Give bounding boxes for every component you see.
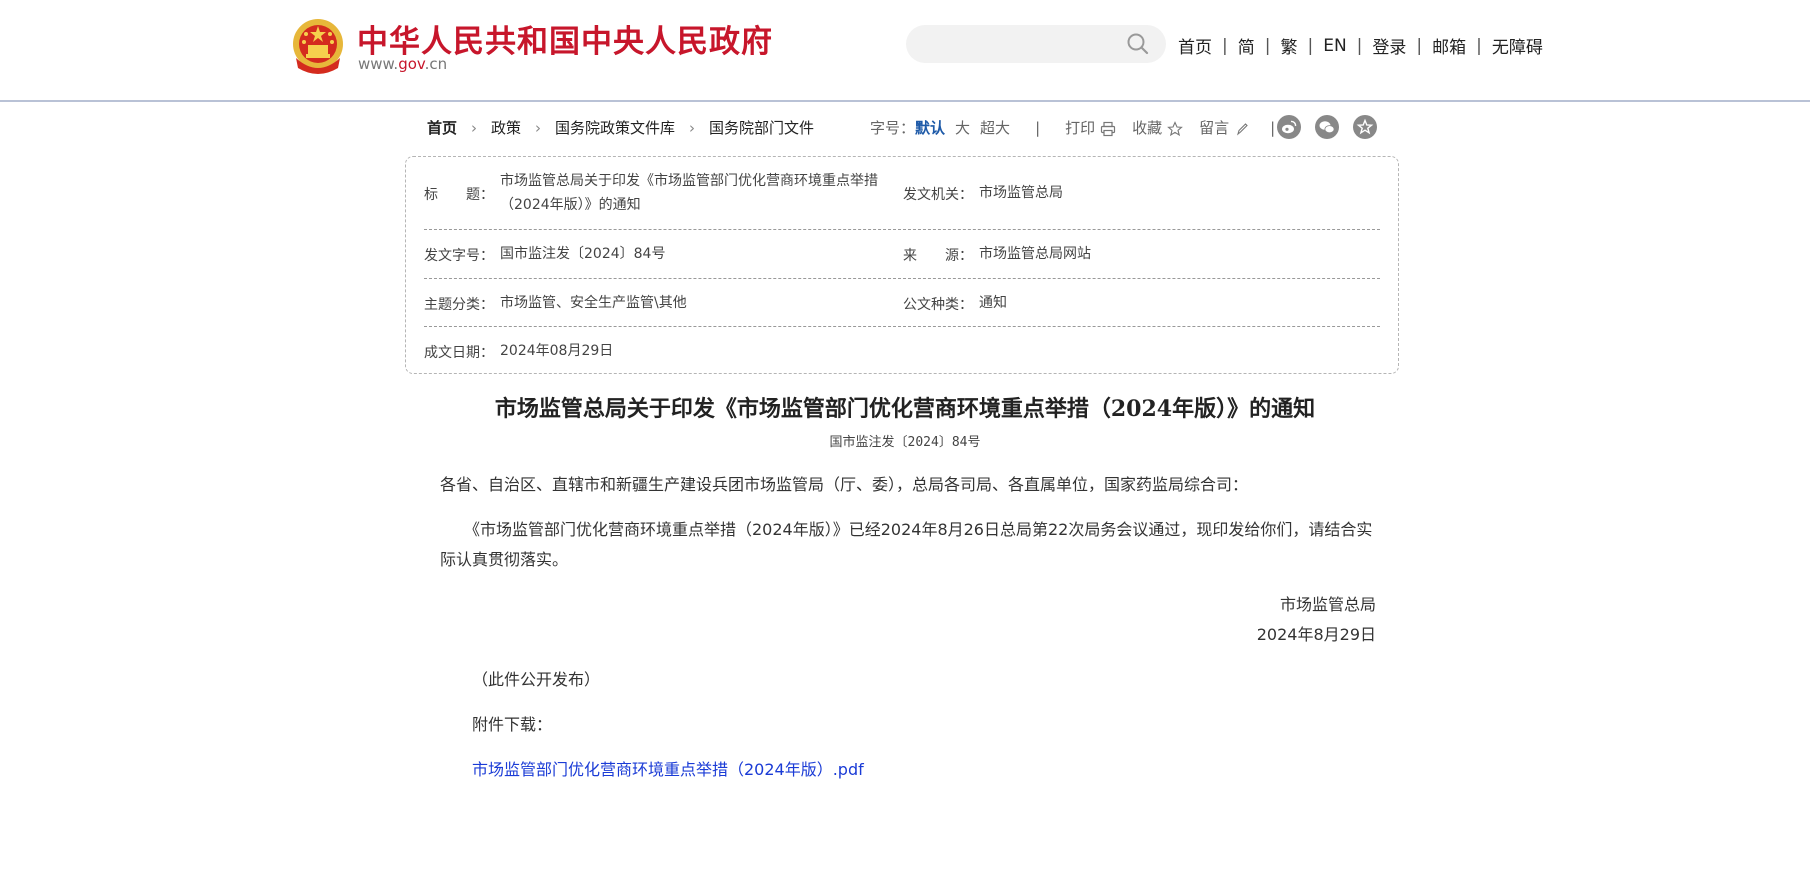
site-header: 中华人民共和国中央人民政府 www.gov.cn 首页 | 简 | 繁 | EN | 登… bbox=[0, 0, 1810, 102]
document-title: 市场监管总局关于印发《市场监管部门优化营商环境重点举措（2024年版）》的通知 bbox=[494, 396, 1316, 422]
font-size-label: 字号： bbox=[870, 119, 916, 137]
meta-source-value: 市场监管总局网站 bbox=[979, 246, 1091, 262]
site-url-domain: gov bbox=[398, 55, 425, 73]
font-size-xlarge[interactable]: 超大 bbox=[980, 117, 1010, 138]
meta-type-value: 通知 bbox=[979, 295, 1007, 311]
meta-row-docno: 发文字号： 国市监注发〔2024〕84号 来 源： 市场监管总局网站 bbox=[424, 229, 1380, 279]
chevron-right-icon: › bbox=[535, 118, 542, 137]
favorite-button[interactable]: 收藏 bbox=[1132, 117, 1184, 138]
wechat-share-button[interactable] bbox=[1315, 115, 1339, 139]
document-signature: 市场监管总局 bbox=[1279, 595, 1376, 614]
meta-row-topic: 主题分类： 市场监管、安全生产监管\其他 公文种类： 通知 bbox=[424, 278, 1380, 327]
nav-simplified[interactable]: 简 bbox=[1238, 33, 1255, 58]
article-tools: 字号： 默认 大 超大 | 打印 收藏 留言 | bbox=[870, 117, 1276, 138]
national-emblem-icon[interactable] bbox=[292, 18, 344, 74]
document-sign-date: 2024年8月29日 bbox=[1256, 625, 1376, 644]
meta-date-value: 2024年08月29日 bbox=[500, 343, 614, 359]
meta-source-label: 来 源： bbox=[903, 248, 973, 264]
print-label: 打印 bbox=[1065, 119, 1096, 137]
meta-row-title: 标 题： 市场监管总局关于印发《市场监管部门优化营商环境重点举措（2024年版）… bbox=[424, 157, 1380, 230]
breadcrumb-policy[interactable]: 政策 bbox=[491, 117, 521, 138]
breadcrumb-home[interactable]: 首页 bbox=[427, 117, 457, 138]
nav-login[interactable]: 登录 bbox=[1372, 33, 1406, 58]
document-salutation: 各省、自治区、直辖市和新疆生产建设兵团市场监管局（厅、委），总局各司局、各直属单… bbox=[440, 475, 1249, 494]
meta-docno-value: 国市监注发〔2024〕84号 bbox=[500, 246, 666, 262]
print-button[interactable]: 打印 bbox=[1065, 117, 1116, 138]
meta-title-label: 标 题： bbox=[424, 187, 494, 203]
attachment-label: 附件下载： bbox=[472, 715, 553, 734]
nav-mail[interactable]: 邮箱 bbox=[1432, 33, 1466, 58]
star-icon bbox=[1167, 120, 1184, 136]
chevron-right-icon: › bbox=[689, 118, 696, 137]
breadcrumb: 首页 › 政策 › 国务院政策文件库 › 国务院部门文件 bbox=[427, 117, 814, 138]
site-url-suffix: .cn bbox=[424, 55, 448, 73]
nav-home[interactable]: 首页 bbox=[1178, 33, 1212, 58]
favorite-share-button[interactable] bbox=[1353, 115, 1377, 139]
site-url: www.gov.cn bbox=[358, 55, 447, 73]
meta-type-label: 公文种类： bbox=[903, 297, 973, 313]
search-input[interactable] bbox=[920, 30, 1124, 60]
document-number: 国市监注发〔2024〕84号 bbox=[829, 435, 981, 450]
search-icon[interactable] bbox=[1126, 32, 1150, 56]
nav-english[interactable]: EN bbox=[1323, 36, 1346, 56]
meta-topic-value: 市场监管、安全生产监管\其他 bbox=[500, 295, 687, 311]
meta-topic-label: 主题分类： bbox=[424, 297, 494, 313]
meta-date-label: 成文日期： bbox=[424, 345, 494, 361]
pencil-icon bbox=[1237, 122, 1248, 136]
font-size-default[interactable]: 默认 bbox=[915, 117, 945, 138]
document-public-note: （此件公开发布） bbox=[472, 670, 601, 689]
weibo-icon bbox=[1282, 120, 1297, 134]
breadcrumb-department-docs[interactable]: 国务院部门文件 bbox=[709, 117, 814, 138]
comment-label: 留言 bbox=[1199, 119, 1230, 137]
meta-row-date: 成文日期： 2024年08月29日 bbox=[424, 326, 1380, 374]
document-metadata: 标 题： 市场监管总局关于印发《市场监管部门优化营商环境重点举措（2024年版）… bbox=[405, 156, 1399, 374]
top-nav: 首页 | 简 | 繁 | EN | 登录 | 邮箱 | 无障碍 bbox=[1178, 33, 1543, 59]
favorite-label: 收藏 bbox=[1132, 119, 1163, 137]
meta-issuer-label: 发文机关： bbox=[903, 187, 973, 203]
font-size-large[interactable]: 大 bbox=[955, 117, 970, 138]
nav-accessibility[interactable]: 无障碍 bbox=[1492, 33, 1543, 58]
chevron-right-icon: › bbox=[471, 118, 478, 137]
meta-title-value: 市场监管总局关于印发《市场监管部门优化营商环境重点举措（2024年版）》的通知 bbox=[500, 173, 878, 213]
site-url-prefix: www. bbox=[358, 55, 399, 73]
document-body: 《市场监管部门优化营商环境重点举措（2024年版）》已经2024年8月26日总局… bbox=[440, 520, 1373, 569]
comment-button[interactable]: 留言 bbox=[1199, 117, 1250, 138]
wechat-icon bbox=[1319, 121, 1335, 134]
attachment-row: 市场监管部门优化营商环境重点举措（2024年版）.pdf bbox=[472, 755, 1372, 785]
meta-docno-label: 发文字号： bbox=[424, 248, 494, 264]
nav-traditional[interactable]: 繁 bbox=[1280, 33, 1297, 58]
breadcrumb-policy-library[interactable]: 国务院政策文件库 bbox=[555, 117, 675, 138]
weibo-share-button[interactable] bbox=[1277, 115, 1301, 139]
printer-icon bbox=[1101, 121, 1116, 136]
favorite-star-icon bbox=[1356, 118, 1374, 135]
attachment-pdf-link[interactable]: 市场监管部门优化营商环境重点举措（2024年版）.pdf bbox=[472, 760, 864, 779]
meta-issuer-value: 市场监管总局 bbox=[979, 185, 1063, 201]
